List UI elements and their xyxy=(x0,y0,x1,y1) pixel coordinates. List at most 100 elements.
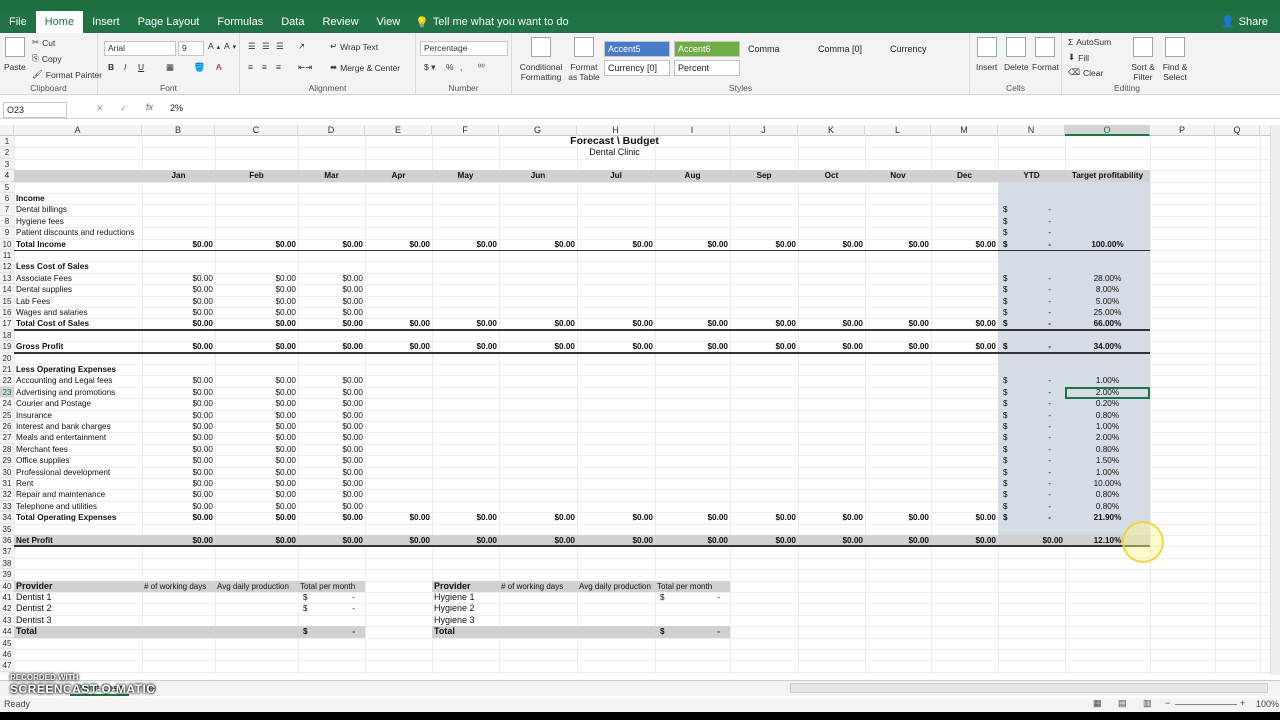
row-header-30[interactable]: 30 xyxy=(0,466,14,478)
row-header-23[interactable]: 23 xyxy=(0,386,14,399)
merge-center-button[interactable]: ⬌ Merge & Center xyxy=(330,62,400,73)
bold-button[interactable]: B xyxy=(108,62,114,72)
sort-filter-button[interactable]: Sort & Filter xyxy=(1128,37,1158,82)
align-right-icon[interactable]: ≡ xyxy=(276,62,281,72)
autosum-button[interactable]: Σ AutoSum xyxy=(1068,37,1111,47)
font-color-button[interactable]: A xyxy=(216,62,222,72)
row-header-25[interactable]: 25 xyxy=(0,409,14,421)
column-header-i[interactable]: I xyxy=(655,125,730,136)
tell-me-box[interactable]: 💡 Tell me what you want to do xyxy=(415,16,568,29)
row-header-36[interactable]: 36 xyxy=(0,535,14,547)
enter-icon[interactable]: ✓ xyxy=(120,103,128,114)
font-size-select[interactable]: 9 xyxy=(178,41,204,56)
font-name-select[interactable]: Arial xyxy=(104,41,176,56)
column-header-n[interactable]: N xyxy=(998,125,1065,136)
style-currency[interactable]: Currency xyxy=(886,41,952,57)
tab-formulas[interactable]: Formulas xyxy=(208,11,272,33)
conditional-formatting-button[interactable]: Conditional Formatting xyxy=(516,37,566,82)
row-header-28[interactable]: 28 xyxy=(0,443,14,456)
border-button[interactable]: ▦ xyxy=(166,62,174,73)
row-header-39[interactable]: 39 xyxy=(0,569,14,581)
formula-input[interactable]: 2% xyxy=(170,103,183,113)
percent-format-button[interactable]: % xyxy=(446,62,454,72)
column-header-b[interactable]: B xyxy=(142,125,215,136)
decimal-icon[interactable]: ⁰⁰ xyxy=(478,62,485,73)
row-header-6[interactable]: 6 xyxy=(0,193,14,205)
insert-cells-button[interactable]: Insert xyxy=(976,37,997,72)
row-header-45[interactable]: 45 xyxy=(0,637,14,649)
row-header-31[interactable]: 31 xyxy=(0,478,14,490)
row-header-29[interactable]: 29 xyxy=(0,455,14,467)
column-header-f[interactable]: F xyxy=(432,125,499,136)
orientation-icon[interactable]: ↗ xyxy=(298,41,305,52)
row-header-9[interactable]: 9 xyxy=(0,227,14,239)
column-header-o[interactable]: O xyxy=(1065,125,1150,136)
wrap-text-button[interactable]: ↵ Wrap Text xyxy=(330,41,378,52)
copy-button[interactable]: ⎘ Copy xyxy=(32,53,62,64)
align-bottom-icon[interactable]: ☰ xyxy=(276,41,284,52)
row-header-47[interactable]: 47 xyxy=(0,660,14,672)
delete-cells-button[interactable]: Delete xyxy=(1004,37,1029,72)
align-top-icon[interactable]: ☰ xyxy=(248,41,256,52)
shrink-font-button[interactable]: A ▾ xyxy=(224,41,236,51)
tab-review[interactable]: Review xyxy=(313,11,367,33)
row-header-32[interactable]: 32 xyxy=(0,489,14,501)
style-percent[interactable]: Percent xyxy=(674,60,740,76)
column-header-d[interactable]: D xyxy=(298,125,365,136)
zoom-in-icon[interactable]: + xyxy=(1240,698,1245,708)
row-header-26[interactable]: 26 xyxy=(0,421,14,433)
spreadsheet-grid[interactable]: ABCDEFGHIJKLMNOPQ 1 2 3 4 5 6 7 8 9 10 11 12 13 14 15 1… xyxy=(0,125,1270,674)
zoom-out-icon[interactable]: − xyxy=(1165,698,1170,708)
row-header-38[interactable]: 38 xyxy=(0,557,14,570)
currency-format-button[interactable]: $ ▾ xyxy=(424,62,435,73)
number-format-select[interactable]: Percentage xyxy=(420,41,508,56)
tab-insert[interactable]: Insert xyxy=(83,11,129,33)
zoom-slider[interactable] xyxy=(1175,704,1237,705)
align-center-icon[interactable]: ≡ xyxy=(262,62,267,72)
tab-view[interactable]: View xyxy=(368,11,410,33)
row-header-37[interactable]: 37 xyxy=(0,546,14,558)
page-layout-view-icon[interactable]: ▤ xyxy=(1118,698,1127,709)
style-comma[interactable]: Comma xyxy=(744,41,810,57)
row-header-5[interactable]: 5 xyxy=(0,181,14,193)
row-header-41[interactable]: 41 xyxy=(0,592,14,604)
row-header-3[interactable]: 3 xyxy=(0,158,14,171)
row-header-13[interactable]: 13 xyxy=(0,272,14,285)
row-header-2[interactable]: 2 xyxy=(0,147,14,159)
column-header-p[interactable]: P xyxy=(1150,125,1215,136)
selected-cell-o23[interactable] xyxy=(1065,386,1150,400)
format-as-table-button[interactable]: Format as Table xyxy=(566,37,602,82)
row-header-34[interactable]: 34 xyxy=(0,512,14,524)
clear-button[interactable]: ⌫ Clear xyxy=(1068,67,1103,78)
comma-format-button[interactable]: , xyxy=(460,62,462,72)
row-header-10[interactable]: 10 xyxy=(0,238,14,250)
indent-icon[interactable]: ⇤⇥ xyxy=(298,62,312,73)
column-header-a[interactable]: A xyxy=(14,125,142,136)
tab-data[interactable]: Data xyxy=(272,11,313,33)
tab-page-layout[interactable]: Page Layout xyxy=(129,11,209,33)
format-painter-button[interactable]: 🖌 Format Painter xyxy=(32,69,102,80)
page-break-view-icon[interactable]: ▥ xyxy=(1143,698,1152,709)
row-header-19[interactable]: 19 xyxy=(0,341,14,353)
row-header-35[interactable]: 35 xyxy=(0,523,14,535)
name-box[interactable]: O23 xyxy=(3,102,67,118)
row-header-24[interactable]: 24 xyxy=(0,398,14,410)
row-header-20[interactable]: 20 xyxy=(0,352,14,364)
row-header-18[interactable]: 18 xyxy=(0,329,14,342)
style-accent6[interactable]: Accent6 xyxy=(674,41,740,57)
format-cells-button[interactable]: Format xyxy=(1032,37,1059,72)
align-middle-icon[interactable]: ☰ xyxy=(262,41,270,52)
row-header-8[interactable]: 8 xyxy=(0,215,14,228)
row-header-43[interactable]: 43 xyxy=(0,614,14,627)
column-header-q[interactable]: Q xyxy=(1215,125,1260,136)
row-header-46[interactable]: 46 xyxy=(0,649,14,661)
paste-button[interactable]: Paste xyxy=(4,37,26,72)
column-header-l[interactable]: L xyxy=(865,125,931,136)
column-header-m[interactable]: M xyxy=(931,125,998,136)
row-header-11[interactable]: 11 xyxy=(0,250,14,262)
row-header-14[interactable]: 14 xyxy=(0,284,14,296)
share-button[interactable]: 👤 Share xyxy=(1221,11,1268,33)
fill-color-button[interactable]: 🪣 xyxy=(194,62,205,73)
row-header-27[interactable]: 27 xyxy=(0,432,14,444)
column-header-g[interactable]: G xyxy=(499,125,577,136)
